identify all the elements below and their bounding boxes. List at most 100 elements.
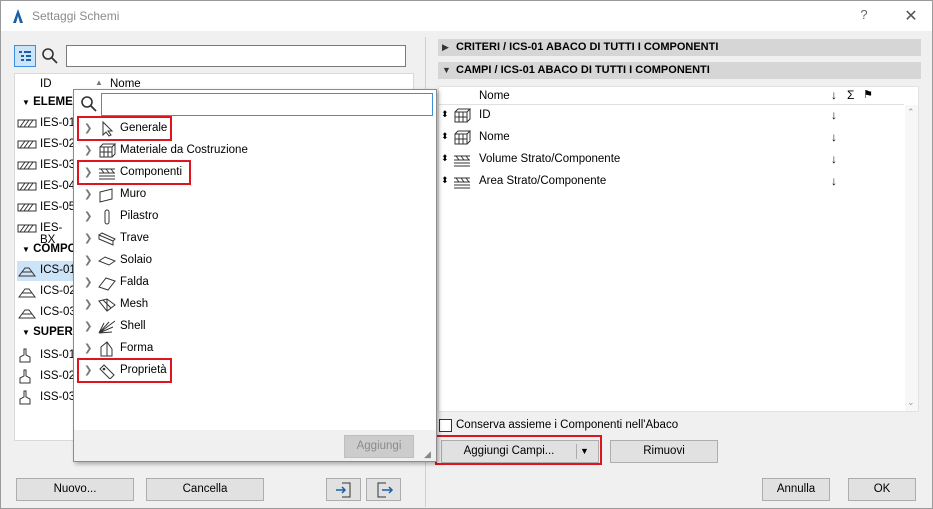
chevron-right-icon[interactable]: ❯ (84, 233, 94, 245)
list-item[interactable]: ISS-01 (17, 346, 77, 366)
sort-header-icon[interactable]: ↓ (831, 88, 837, 102)
sort-arrow-icon[interactable]: ↓ (831, 130, 837, 144)
table-row[interactable]: ⬍ Area Strato/Componente ↓ (439, 171, 904, 193)
cancel-button[interactable]: Annulla (762, 478, 830, 501)
list-item[interactable]: ICS-03 (17, 303, 77, 323)
tree-item-roof[interactable]: ❯ Falda (74, 272, 434, 294)
export-icon (377, 482, 393, 498)
drag-handle-icon[interactable]: ⬍ (441, 175, 449, 186)
layers-icon (453, 174, 471, 190)
delete-scheme-button[interactable]: Cancella (146, 478, 264, 501)
chevron-right-icon[interactable]: ❯ (84, 189, 94, 201)
list-item[interactable]: IES-02 (17, 135, 77, 155)
list-item[interactable]: IES-BX (17, 219, 77, 246)
settings-dialog: Settaggi Schemi ? ✕ ID ▲ Nome ▼ ELEME IE… (0, 0, 933, 509)
fields-header-name[interactable]: Nome (479, 90, 510, 102)
keep-components-label: Conserva assieme i Componenti nell'Abaco (456, 419, 679, 431)
list-item[interactable]: ISS-02 (17, 367, 77, 387)
flag-header-icon[interactable]: ⚑ (863, 88, 873, 101)
group-header-components[interactable]: ▼ COMPO (22, 243, 77, 255)
chevron-right-icon[interactable]: ❯ (84, 145, 94, 157)
import-button[interactable] (326, 478, 361, 501)
sort-arrow-icon[interactable]: ↓ (831, 174, 837, 188)
help-button[interactable]: ? (854, 7, 874, 25)
list-item[interactable]: ICS-02 (17, 282, 77, 302)
export-button[interactable] (366, 478, 401, 501)
sort-arrow-icon[interactable]: ↓ (831, 108, 837, 122)
table-row[interactable]: ⬍ Volume Strato/Componente ↓ (439, 149, 904, 171)
wall-icon (98, 187, 116, 203)
scroll-down-icon[interactable]: ⌄ (907, 397, 915, 408)
hatch-icon (17, 137, 37, 152)
chevron-right-icon[interactable]: ❯ (84, 343, 94, 355)
component-stack-icon (17, 263, 37, 278)
keep-components-checkbox[interactable] (439, 419, 452, 432)
drag-handle-icon[interactable]: ⬍ (441, 153, 449, 164)
tree-item-morph[interactable]: ❯ Forma (74, 338, 434, 360)
list-item-selected[interactable]: ICS-01 (17, 261, 77, 281)
chevron-right-icon[interactable]: ❯ (84, 277, 94, 289)
roof-icon (98, 275, 116, 291)
group-header-surfaces[interactable]: ▼ SUPER (22, 326, 73, 338)
search-icon[interactable] (80, 95, 98, 113)
resize-grip-icon[interactable]: ◢ (424, 449, 431, 460)
scroll-up-icon[interactable]: ⌃ (907, 107, 915, 118)
table-row[interactable]: ⬍ ID ↓ (439, 105, 904, 127)
layers-icon (453, 152, 471, 168)
list-item[interactable]: IES-04 (17, 177, 77, 197)
list-item[interactable]: IES-05 (17, 198, 77, 218)
tree-item-beam[interactable]: ❯ Trave (74, 228, 434, 250)
sort-arrow-icon[interactable]: ↓ (831, 152, 837, 166)
grid-box-icon (98, 143, 117, 159)
highlight-frame (435, 435, 602, 465)
chevron-right-icon[interactable]: ❯ (84, 321, 94, 333)
paint-brush-icon (17, 390, 37, 405)
hatch-icon (17, 158, 37, 173)
list-item[interactable]: IES-01 (17, 114, 77, 134)
tree-view-toggle-button[interactable] (14, 45, 36, 67)
popup-search-input[interactable] (101, 93, 433, 116)
fields-table: Nome ↓ Σ ⚑ ⬍ ID ↓ ⬍ Nome ↓ ⬍ Volume Stra… (438, 86, 919, 412)
sort-asc-icon: ▲ (95, 78, 103, 87)
table-row[interactable]: ⬍ Nome ↓ (439, 127, 904, 149)
chevron-right-icon[interactable]: ❯ (84, 211, 94, 223)
hatch-icon (17, 179, 37, 194)
hatch-icon (17, 116, 37, 131)
tree-item-column[interactable]: ❯ Pilastro (74, 206, 434, 228)
drag-handle-icon[interactable]: ⬍ (441, 131, 449, 142)
chevron-right-icon[interactable]: ❯ (84, 255, 94, 267)
search-icon[interactable] (41, 47, 59, 65)
tree-item-building-material[interactable]: ❯ Materiale da Costruzione (74, 140, 434, 162)
morph-icon (98, 341, 116, 357)
highlight-frame (77, 358, 172, 383)
component-stack-icon (17, 284, 37, 299)
group-header-elements[interactable]: ▼ ELEME (22, 96, 73, 108)
beam-icon (98, 231, 116, 247)
tree-item-shell[interactable]: ❯ Shell (74, 316, 434, 338)
schemes-search-input[interactable] (66, 45, 406, 67)
expand-right-icon: ▶ (442, 42, 449, 52)
column-icon (98, 209, 116, 225)
chevron-right-icon[interactable]: ❯ (84, 299, 94, 311)
tree-item-slab[interactable]: ❯ Solaio (74, 250, 434, 272)
hatch-icon (17, 221, 37, 236)
column-header-id[interactable]: ID (40, 78, 52, 90)
criteria-section-header[interactable]: ▶ CRITERI / ICS-01 ABACO DI TUTTI I COMP… (438, 39, 921, 56)
ok-button[interactable]: OK (848, 478, 916, 501)
sum-header-icon[interactable]: Σ (847, 88, 854, 102)
remove-field-button[interactable]: Rimuovi (610, 440, 718, 463)
close-button[interactable]: ✕ (901, 6, 921, 26)
list-item[interactable]: ISS-03 (17, 388, 77, 408)
drag-handle-icon[interactable]: ⬍ (441, 109, 449, 120)
vertical-scrollbar[interactable]: ⌃ ⌄ (905, 105, 918, 411)
tree-item-mesh[interactable]: ❯ Mesh (74, 294, 434, 316)
paint-brush-icon (17, 369, 37, 384)
tree-item-wall[interactable]: ❯ Muro (74, 184, 434, 206)
new-scheme-button[interactable]: Nuovo... (16, 478, 134, 501)
fields-section-header[interactable]: ▼ CAMPI / ICS-01 ABACO DI TUTTI I COMPON… (438, 62, 921, 79)
hatch-icon (17, 200, 37, 215)
popup-footer: Aggiungi ◢ (74, 430, 436, 461)
mesh-icon (98, 297, 116, 313)
list-item[interactable]: IES-03 (17, 156, 77, 176)
add-field-button[interactable]: Aggiungi (344, 435, 414, 458)
